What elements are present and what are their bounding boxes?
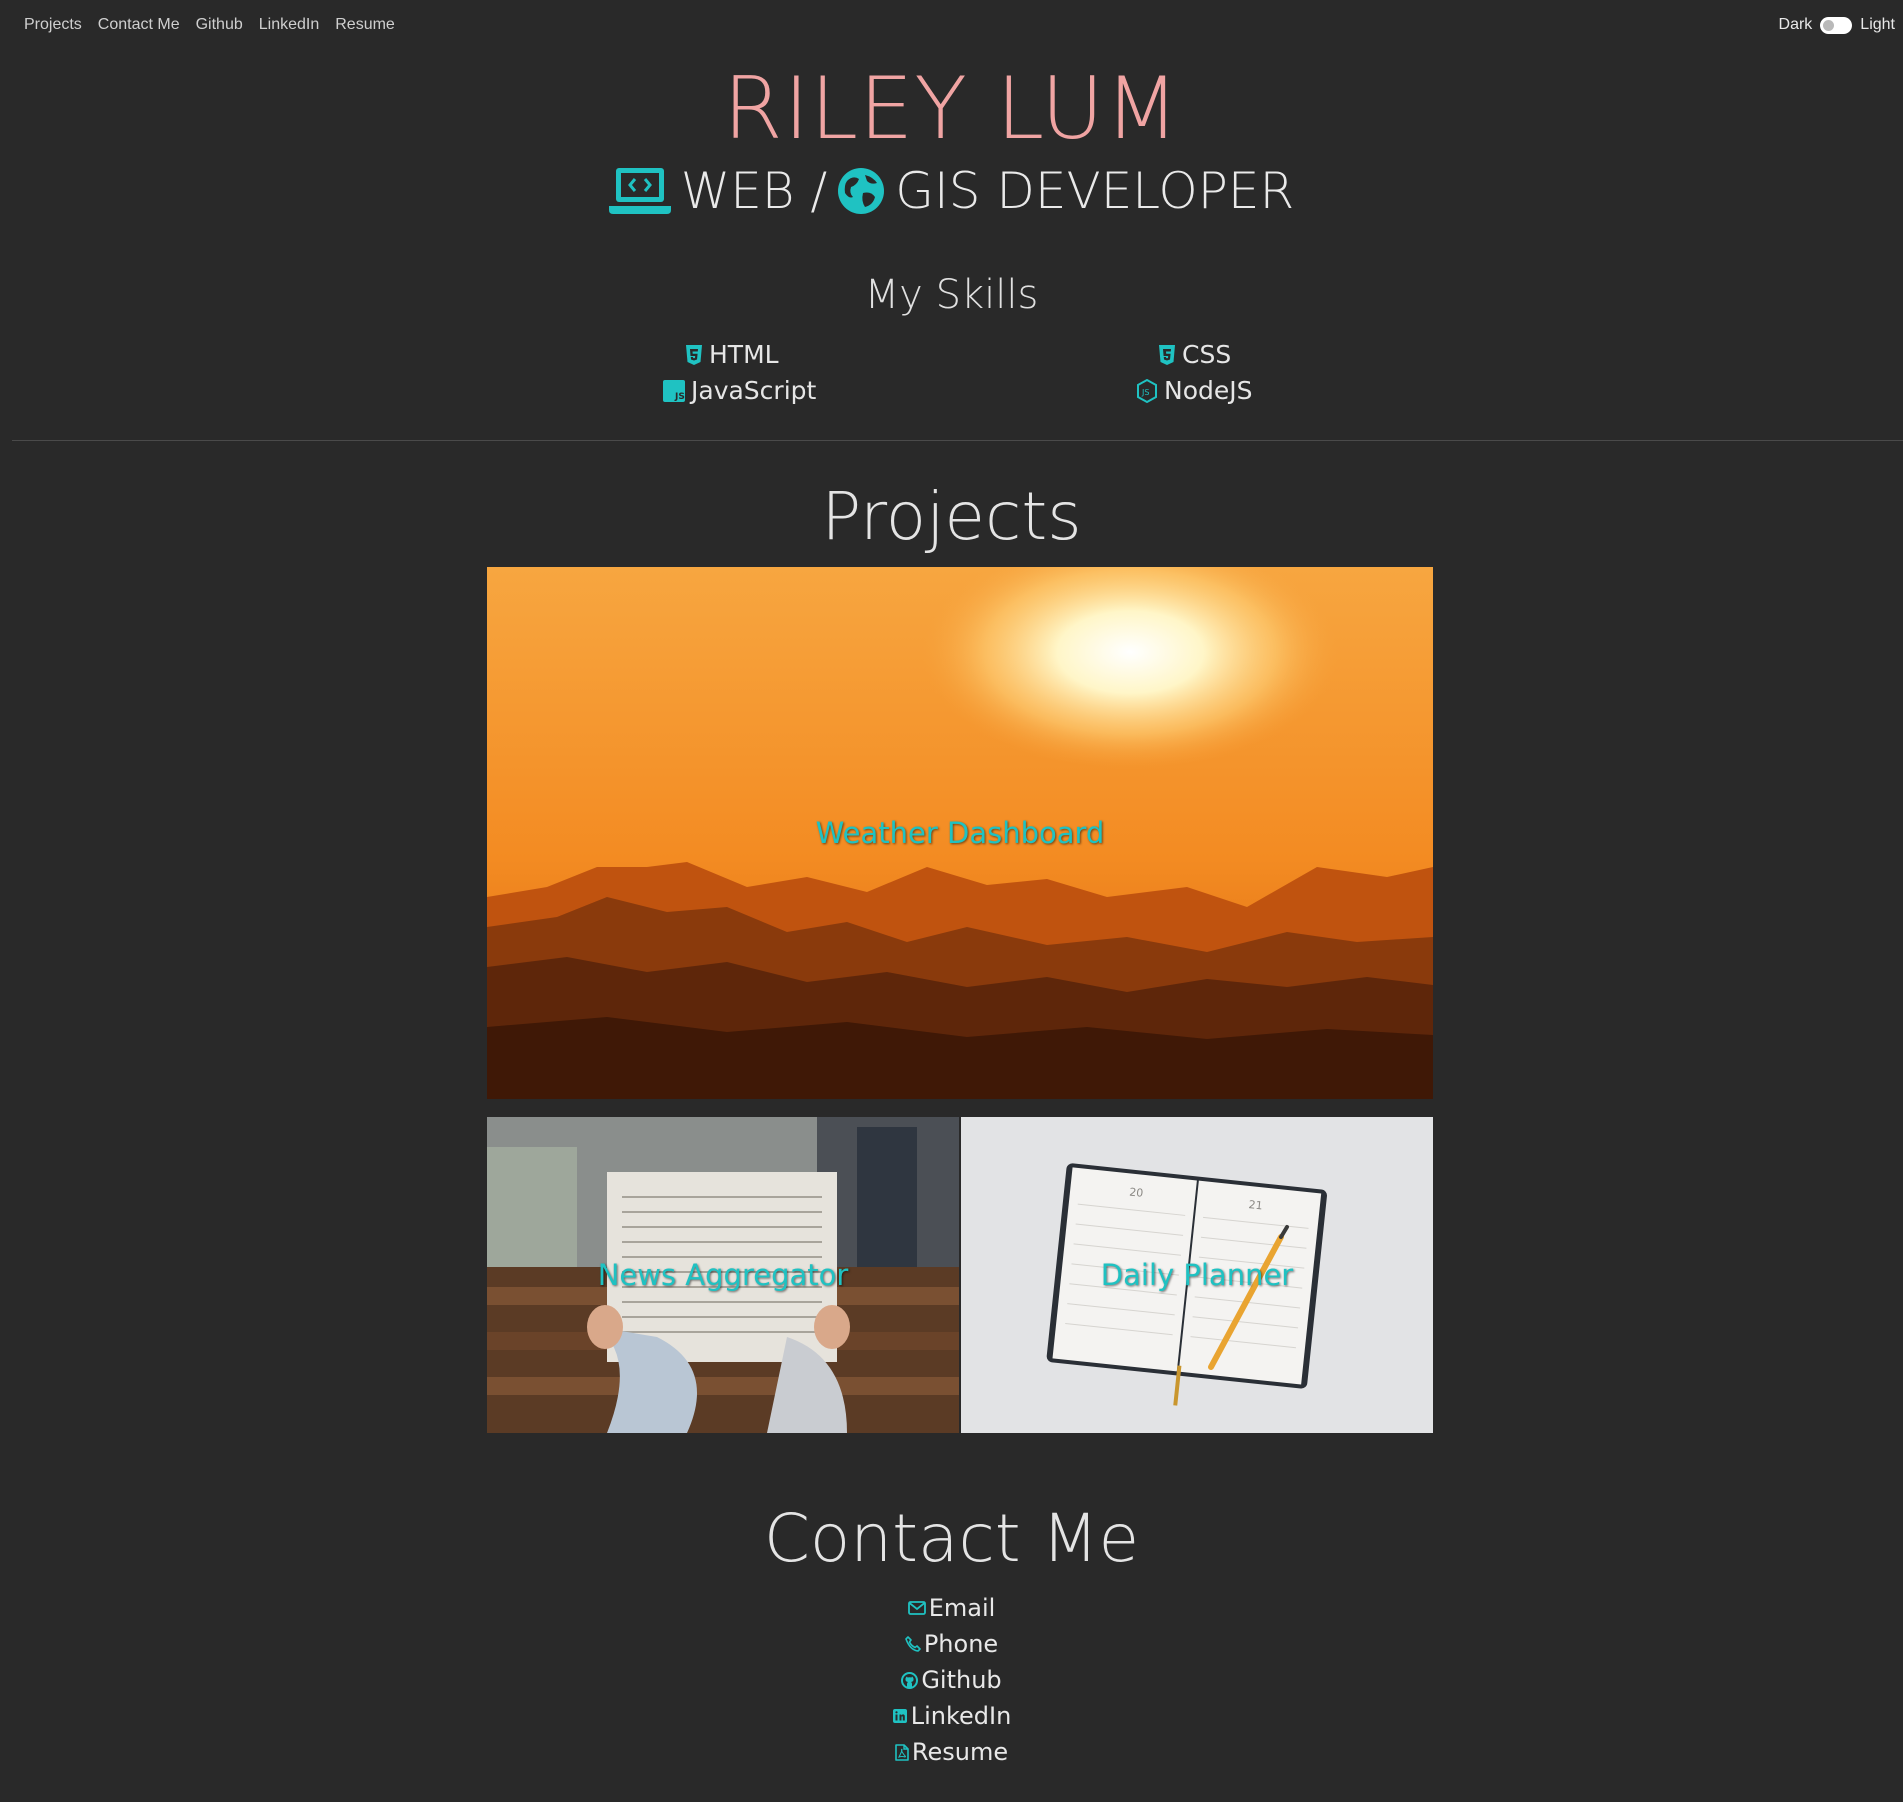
contact-label: Resume bbox=[911, 1738, 1009, 1766]
skills-title: My Skills bbox=[864, 272, 1039, 318]
laptop-code-icon bbox=[608, 166, 671, 216]
role-gis: GIS DEVELOPER bbox=[895, 162, 1295, 220]
page-title: RILEY LUM bbox=[722, 59, 1180, 159]
pdf-file-icon bbox=[895, 1743, 909, 1761]
project-label: Daily Planner bbox=[1100, 1258, 1294, 1292]
github-icon bbox=[901, 1671, 919, 1689]
globe-icon bbox=[837, 167, 885, 215]
css3-icon bbox=[1158, 344, 1176, 366]
svg-text:21: 21 bbox=[1248, 1198, 1263, 1212]
contact-label: LinkedIn bbox=[910, 1702, 1012, 1730]
svg-text:JS: JS bbox=[674, 392, 685, 402]
nodejs-icon: JS bbox=[1136, 378, 1158, 403]
project-label: News Aggregator bbox=[597, 1258, 849, 1292]
role-web: WEB / bbox=[680, 162, 828, 220]
html5-icon bbox=[685, 344, 703, 366]
contact-title: Contact Me bbox=[763, 1500, 1140, 1577]
skill-javascript: JS JavaScript bbox=[663, 376, 816, 405]
contact-item-github[interactable]: Github bbox=[901, 1662, 1002, 1698]
contact-label: Email bbox=[928, 1594, 996, 1622]
nav-link-github[interactable]: Github bbox=[196, 16, 243, 34]
skill-label: HTML bbox=[709, 340, 779, 369]
theme-dark-label: Dark bbox=[1778, 16, 1813, 33]
project-card-planner[interactable]: 20 21 Daily Planner bbox=[961, 1117, 1433, 1433]
projects-title: Projects bbox=[821, 478, 1082, 555]
theme-switch[interactable] bbox=[1820, 16, 1853, 34]
theme-light-label: Light bbox=[1860, 16, 1895, 33]
contact-item-email[interactable]: Email bbox=[907, 1590, 996, 1626]
contact-item-phone[interactable]: Phone bbox=[905, 1626, 998, 1662]
contact-item-linkedin[interactable]: LinkedIn bbox=[892, 1698, 1012, 1734]
skill-html: HTML bbox=[685, 340, 779, 369]
skill-label: JavaScript bbox=[691, 376, 817, 405]
svg-text:JS: JS bbox=[1141, 388, 1149, 397]
section-divider bbox=[12, 440, 1903, 441]
nav-link-contact[interactable]: Contact Me bbox=[98, 16, 180, 34]
theme-switch-knob bbox=[1823, 19, 1835, 31]
contact-item-resume[interactable]: Resume bbox=[895, 1734, 1008, 1770]
nav-link-resume[interactable]: Resume bbox=[335, 16, 395, 34]
linkedin-icon bbox=[892, 1708, 908, 1724]
nav-link-projects[interactable]: Projects bbox=[24, 16, 82, 34]
project-card-weather[interactable]: Weather Dashboard bbox=[487, 567, 1433, 1099]
role-subtitle: WEB / GIS DEVELOPER bbox=[0, 162, 1903, 220]
top-nav: Projects Contact Me Github LinkedIn Resu… bbox=[24, 16, 395, 34]
svg-text:20: 20 bbox=[1129, 1186, 1144, 1200]
skill-label: NodeJS bbox=[1164, 376, 1253, 405]
project-card-news[interactable]: News Aggregator bbox=[487, 1117, 959, 1433]
skill-css: CSS bbox=[1158, 340, 1231, 369]
contact-label: Phone bbox=[923, 1630, 999, 1658]
contact-list: Email Phone Github LinkedIn Resume bbox=[0, 1590, 1903, 1770]
phone-icon bbox=[905, 1636, 921, 1652]
project-label: Weather Dashboard bbox=[815, 816, 1105, 850]
js-icon: JS bbox=[663, 379, 685, 402]
envelope-icon bbox=[907, 1601, 926, 1615]
contact-label: Github bbox=[921, 1666, 1002, 1694]
skill-label: CSS bbox=[1182, 340, 1232, 369]
theme-toggle: Dark Light bbox=[1779, 16, 1895, 34]
nav-link-linkedin[interactable]: LinkedIn bbox=[259, 16, 320, 34]
skill-nodejs: JS NodeJS bbox=[1136, 376, 1253, 405]
